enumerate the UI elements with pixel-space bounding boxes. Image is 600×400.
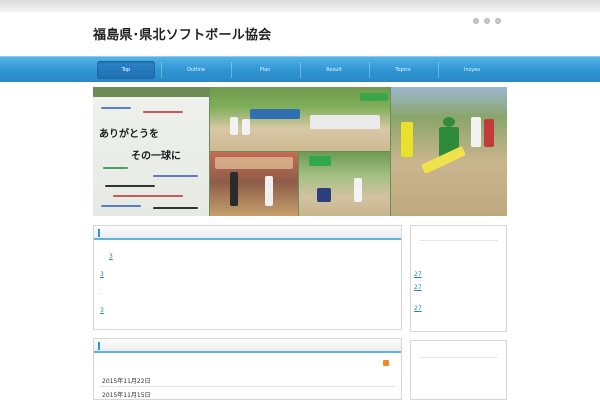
site-header: 福島県･県北ソフトボール協会	[0, 12, 600, 56]
player-figure	[471, 117, 481, 147]
nav-item-result[interactable]: Result	[305, 61, 363, 79]
nav-item-insyes[interactable]: Insyes	[443, 61, 501, 79]
sidebar-divider	[419, 357, 498, 358]
news-date-1: 2015年11月22日	[102, 378, 151, 385]
catcher-figure	[317, 188, 331, 202]
board-scribble	[153, 175, 198, 177]
board-scribble	[101, 107, 131, 109]
hero-photo-collage: ありがとうを その一球に	[93, 87, 507, 216]
sidebar-link-3[interactable]: 27	[414, 305, 446, 312]
main-link-2[interactable]: 3	[100, 271, 126, 278]
site-title[interactable]: 福島県･県北ソフトボール協会	[93, 24, 271, 43]
player-figure	[265, 176, 273, 206]
sidebar-link-1[interactable]: 27	[414, 271, 422, 278]
main-link-3[interactable]: 3	[100, 307, 104, 314]
main-dot-text: .	[100, 289, 102, 296]
nav-separator	[438, 62, 439, 78]
nav-separator	[161, 62, 162, 78]
main-nav: Top Outline Plan Result Topics Insyes	[0, 56, 600, 82]
tent	[360, 93, 388, 101]
nav-item-plan[interactable]: Plan	[236, 61, 294, 79]
board-scribble	[101, 205, 141, 207]
sidebar-box: 27 27 27	[410, 225, 507, 332]
dot-icon-2	[484, 18, 490, 24]
sidebar-box-2	[410, 340, 507, 400]
pitcher-photo	[391, 87, 507, 216]
nav-separator	[369, 62, 370, 78]
top-gradient-bar	[0, 0, 600, 12]
nav-item-topics[interactable]: Topics	[374, 61, 432, 79]
header-marker	[98, 229, 100, 237]
pitcher-cap	[443, 117, 455, 127]
news-box-header	[94, 339, 401, 353]
header-marker	[98, 342, 100, 350]
game-photo	[299, 152, 390, 216]
nav-item-top[interactable]: Top	[97, 61, 155, 79]
team-banner	[250, 109, 300, 119]
rss-icon[interactable]	[383, 360, 389, 366]
news-row-divider	[100, 386, 395, 387]
nav-separator	[300, 62, 301, 78]
nav-separator	[231, 62, 232, 78]
player-figure	[230, 117, 238, 135]
sidebar-divider	[419, 240, 498, 241]
banner	[401, 122, 413, 157]
board-message-line-2: その一球に	[131, 151, 181, 162]
board-scribble	[143, 111, 183, 113]
board-message-line-1: ありがとうを	[99, 129, 159, 140]
sidebar-link-2[interactable]: 27	[414, 284, 422, 291]
umpire-figure	[230, 172, 238, 206]
news-date-2: 2015年11月15日	[102, 392, 151, 399]
player-figure	[484, 119, 494, 147]
player-figure	[242, 119, 250, 135]
main-box-header	[94, 226, 401, 240]
board-scribble	[103, 167, 128, 169]
gym-photo	[210, 152, 298, 216]
gym-wall	[215, 157, 293, 169]
board-scribble	[153, 207, 198, 209]
dot-icon-1	[473, 18, 479, 24]
news-box: 2015年11月22日 2015年11月15日	[93, 338, 402, 400]
batter-figure	[354, 178, 362, 202]
board-scribble	[105, 185, 155, 187]
dot-icon-3	[495, 18, 501, 24]
player-group	[310, 115, 380, 129]
team-photo	[210, 87, 390, 151]
message-board-photo: ありがとうを その一球に	[93, 87, 209, 216]
nav-item-outline[interactable]: Outline	[167, 61, 225, 79]
main-link-1[interactable]: 3	[109, 253, 113, 260]
board-scribble	[113, 195, 183, 197]
tent	[309, 156, 331, 166]
main-content-box: 3 3 . 3	[93, 225, 402, 330]
